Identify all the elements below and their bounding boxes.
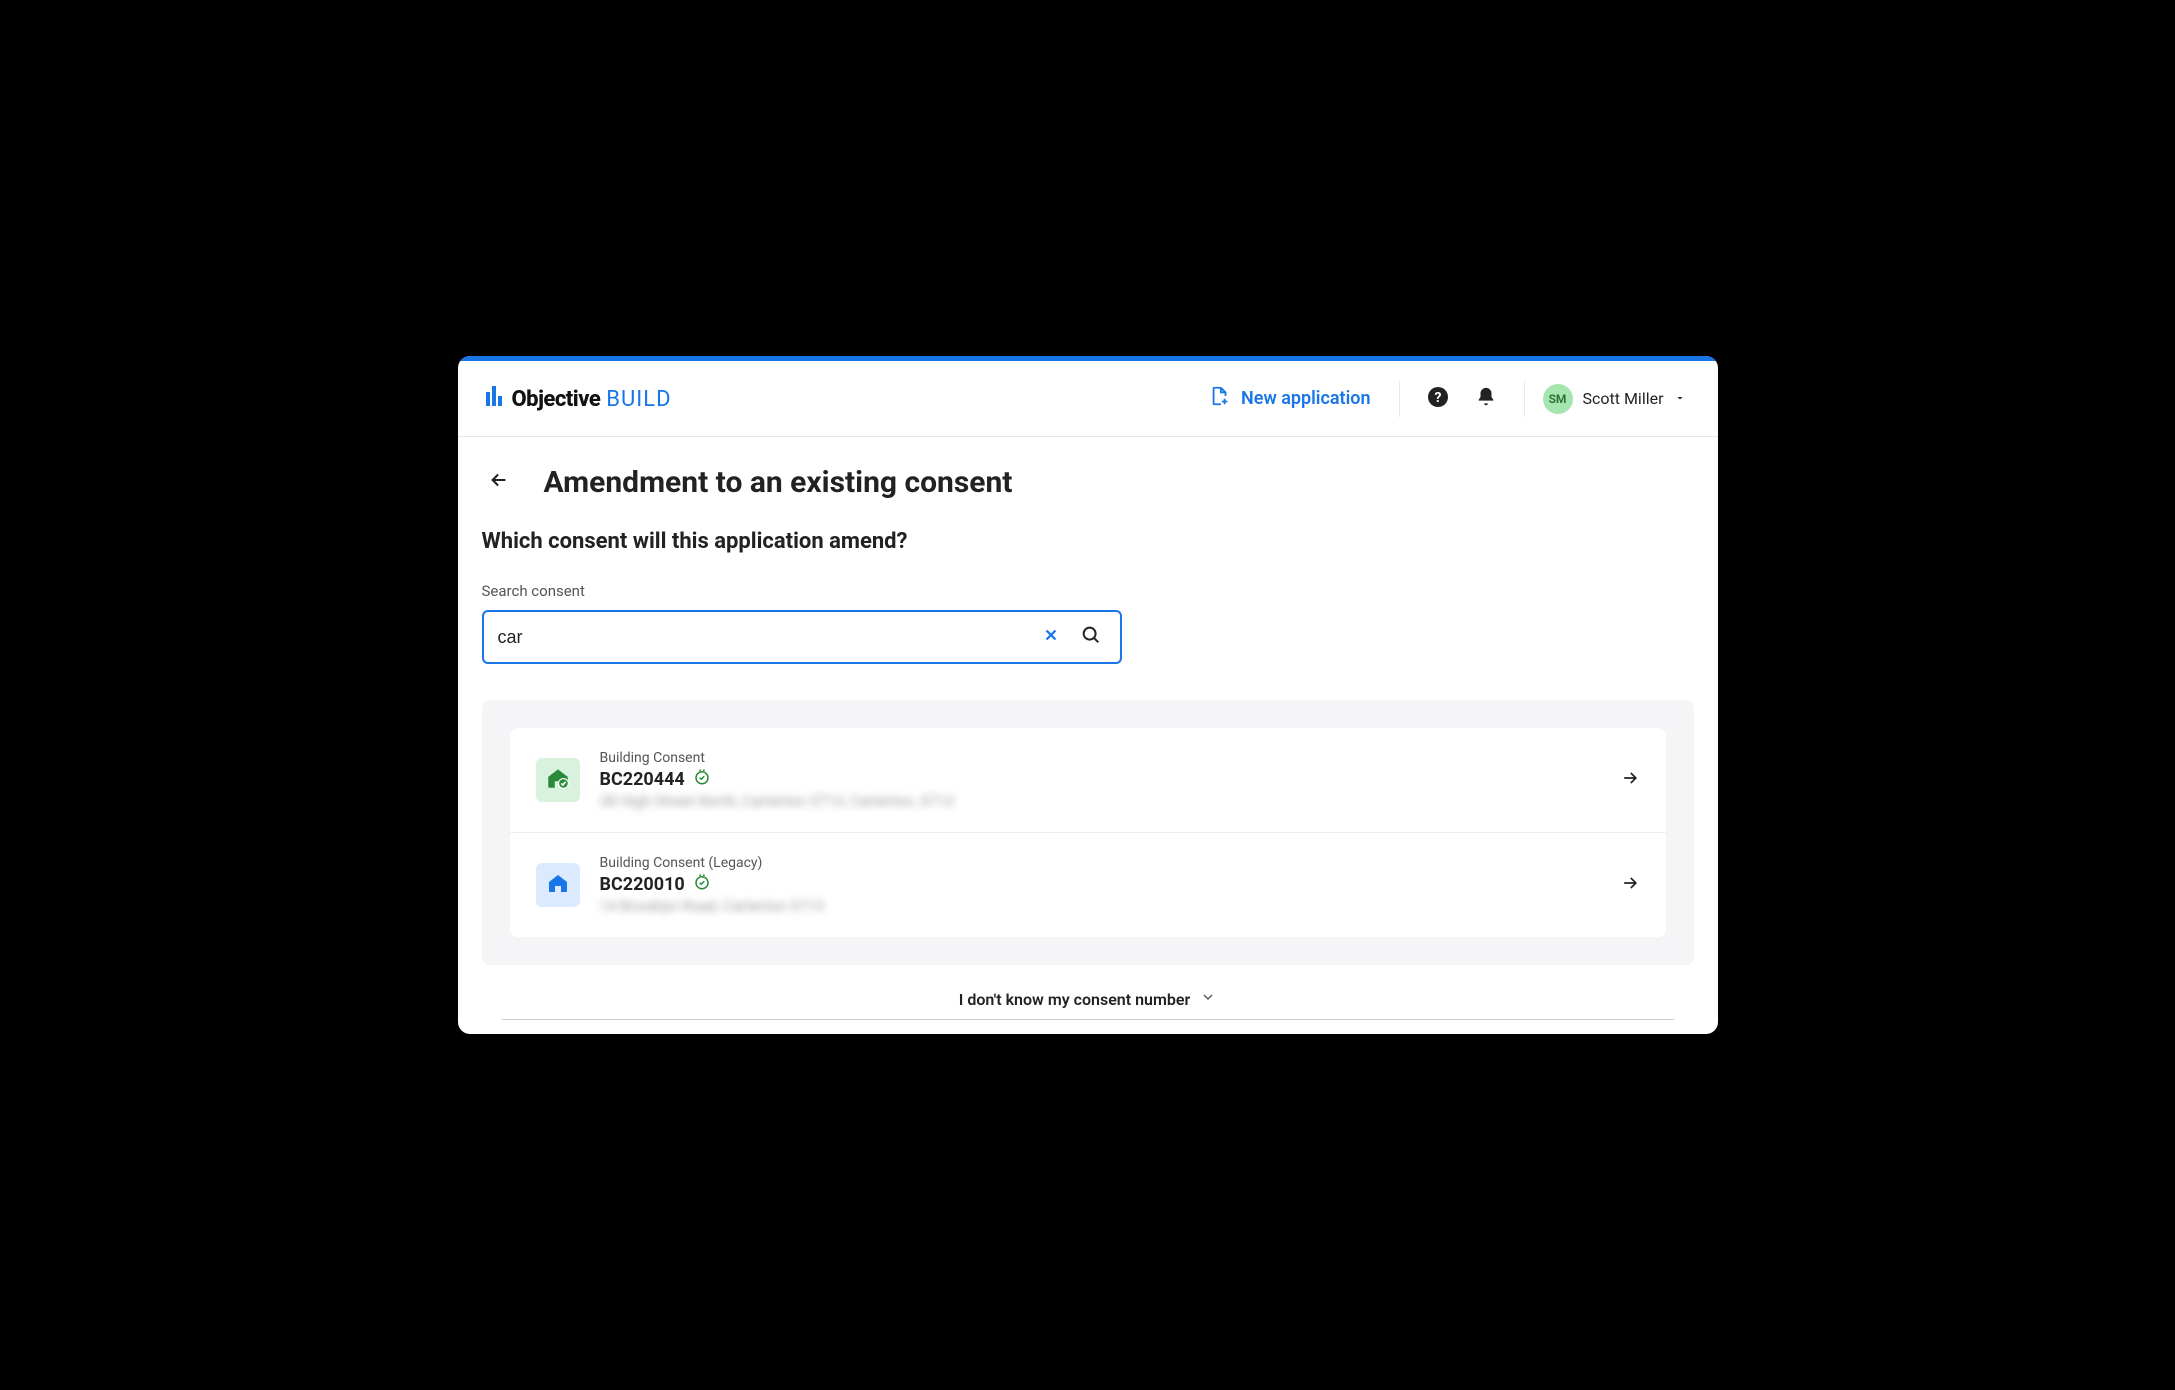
arrow-left-icon [488, 476, 510, 495]
header: Objective BUILD New application ? [458, 361, 1718, 437]
results-panel: Building Consent BC220444 38 High Street… [482, 700, 1694, 965]
result-item[interactable]: Building Consent (Legacy) BC220010 14 Br… [510, 833, 1666, 937]
main-content: Amendment to an existing consent Which c… [458, 437, 1718, 1020]
search-input[interactable] [498, 627, 1036, 648]
result-icon-wrap [536, 863, 580, 907]
new-application-label: New application [1241, 388, 1370, 409]
notifications-button[interactable] [1468, 381, 1504, 417]
divider [1399, 381, 1400, 417]
result-code: BC220010 [600, 874, 685, 895]
divider [1524, 381, 1525, 417]
chevron-down-icon [1200, 989, 1216, 1009]
avatar: SM [1543, 384, 1573, 414]
house-icon [546, 871, 570, 899]
footer-divider [502, 1019, 1674, 1020]
arrow-right-icon [1620, 773, 1640, 792]
brand-word-2: BUILD [606, 387, 671, 412]
result-type: Building Consent (Legacy) [600, 855, 1600, 871]
result-body: Building Consent (Legacy) BC220010 14 Br… [600, 855, 1600, 915]
arrow-right-icon [1620, 878, 1640, 897]
svg-text:?: ? [1434, 390, 1441, 406]
close-icon [1042, 626, 1060, 648]
brand-logo[interactable]: Objective BUILD [486, 386, 672, 412]
help-icon: ? [1426, 385, 1450, 413]
help-button[interactable]: ? [1420, 381, 1456, 417]
unknown-consent-link[interactable]: I don't know my consent number [482, 965, 1694, 1019]
result-address: 38 High Street North, Carterton 5713, Ca… [600, 792, 1600, 810]
clear-search-button[interactable] [1036, 620, 1066, 654]
result-body: Building Consent BC220444 38 High Street… [600, 750, 1600, 810]
brand-word-1: Objective [512, 387, 601, 412]
result-type: Building Consent [600, 750, 1600, 766]
logo-bars-icon [486, 386, 502, 406]
user-name: Scott Miller [1583, 389, 1664, 408]
result-arrow [1620, 873, 1640, 897]
result-icon-wrap [536, 758, 580, 802]
search-button[interactable] [1074, 618, 1108, 656]
house-check-icon [545, 765, 571, 795]
result-item[interactable]: Building Consent BC220444 38 High Street… [510, 728, 1666, 833]
new-document-icon [1209, 385, 1231, 412]
user-menu[interactable]: SM Scott Miller [1539, 378, 1690, 420]
caret-down-icon [1674, 389, 1686, 408]
result-code: BC220444 [600, 769, 685, 790]
results-card: Building Consent BC220444 38 High Street… [510, 728, 1666, 937]
bell-icon [1475, 386, 1497, 412]
app-window: Objective BUILD New application ? [458, 356, 1718, 1034]
result-address: 14 Brooklyn Road, Carterton 5713 [600, 897, 1600, 915]
result-arrow [1620, 768, 1640, 792]
new-application-button[interactable]: New application [1195, 377, 1384, 420]
search-icon [1080, 624, 1102, 650]
search-field-wrapper [482, 610, 1122, 664]
unknown-consent-label: I don't know my consent number [959, 990, 1190, 1009]
back-button[interactable] [482, 463, 516, 501]
page-subtitle: Which consent will this application amen… [482, 529, 1694, 554]
page-title: Amendment to an existing consent [544, 465, 1013, 500]
verified-icon [693, 768, 711, 790]
search-label: Search consent [482, 582, 1694, 600]
verified-icon [693, 873, 711, 895]
